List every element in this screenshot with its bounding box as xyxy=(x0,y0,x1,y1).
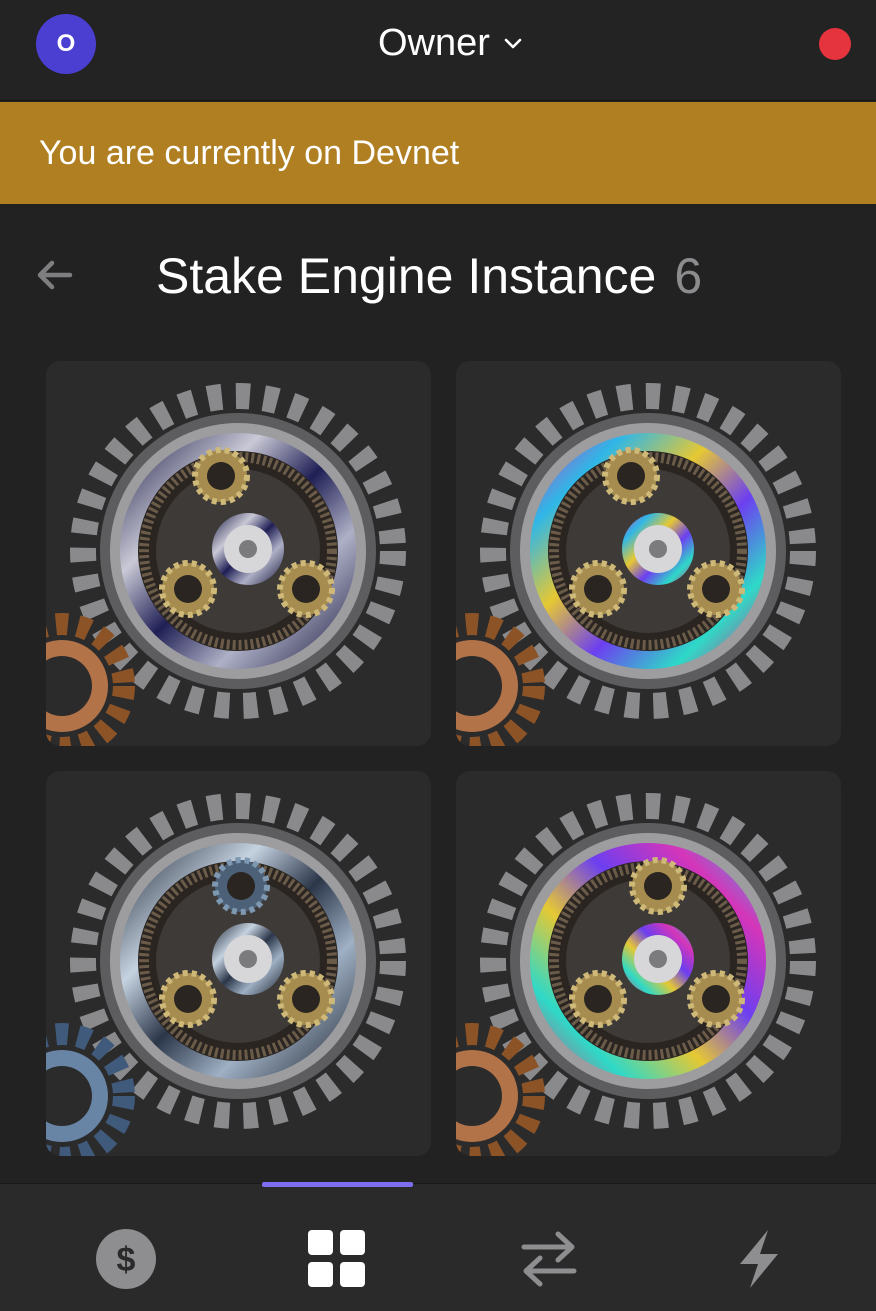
small-gear-2 xyxy=(456,613,545,746)
nft-card-1[interactable] xyxy=(46,361,431,746)
svg-text:$: $ xyxy=(117,1241,136,1279)
tab-swap[interactable] xyxy=(504,1214,594,1304)
network-status-dot[interactable] xyxy=(819,28,851,60)
active-tab-indicator xyxy=(262,1182,413,1187)
back-arrow-icon[interactable] xyxy=(30,250,80,300)
page-header: Stake Engine Instance 6 xyxy=(156,246,702,306)
bottom-tab-bar: $ xyxy=(0,1182,876,1311)
small-gear-4 xyxy=(456,1023,545,1156)
avatar[interactable]: O xyxy=(36,14,96,74)
gear-artwork-4 xyxy=(456,793,816,1156)
tab-collectibles[interactable] xyxy=(292,1214,382,1304)
big-gear-2 xyxy=(480,383,816,719)
big-gear-4 xyxy=(480,793,816,1129)
network-banner: You are currently on Devnet xyxy=(0,102,876,204)
nft-card-4[interactable] xyxy=(456,771,841,1156)
tab-activity[interactable] xyxy=(714,1214,804,1304)
dollar-icon: $ xyxy=(96,1229,156,1289)
gear-artwork-3 xyxy=(46,793,406,1156)
account-selector[interactable]: Owner xyxy=(378,18,524,68)
network-banner-text: You are currently on Devnet xyxy=(39,133,460,172)
account-name: Owner xyxy=(378,21,490,64)
gear-artwork-2 xyxy=(456,383,816,746)
swap-icon xyxy=(521,1231,577,1287)
page-title: Stake Engine Instance xyxy=(156,248,657,304)
lightning-icon xyxy=(740,1230,778,1288)
big-gear-1 xyxy=(70,383,406,719)
big-gear-3 xyxy=(70,793,406,1129)
small-gear-3 xyxy=(46,1023,135,1156)
top-bar: O Owner xyxy=(0,0,876,101)
nft-card-2[interactable] xyxy=(456,361,841,746)
small-gear-1 xyxy=(46,613,135,746)
chevron-down-icon xyxy=(504,38,522,49)
item-count: 6 xyxy=(674,248,703,304)
nft-card-3[interactable] xyxy=(46,771,431,1156)
gear-artwork-1 xyxy=(46,383,406,746)
grid-icon xyxy=(308,1230,365,1287)
tab-tokens[interactable]: $ xyxy=(81,1214,171,1304)
